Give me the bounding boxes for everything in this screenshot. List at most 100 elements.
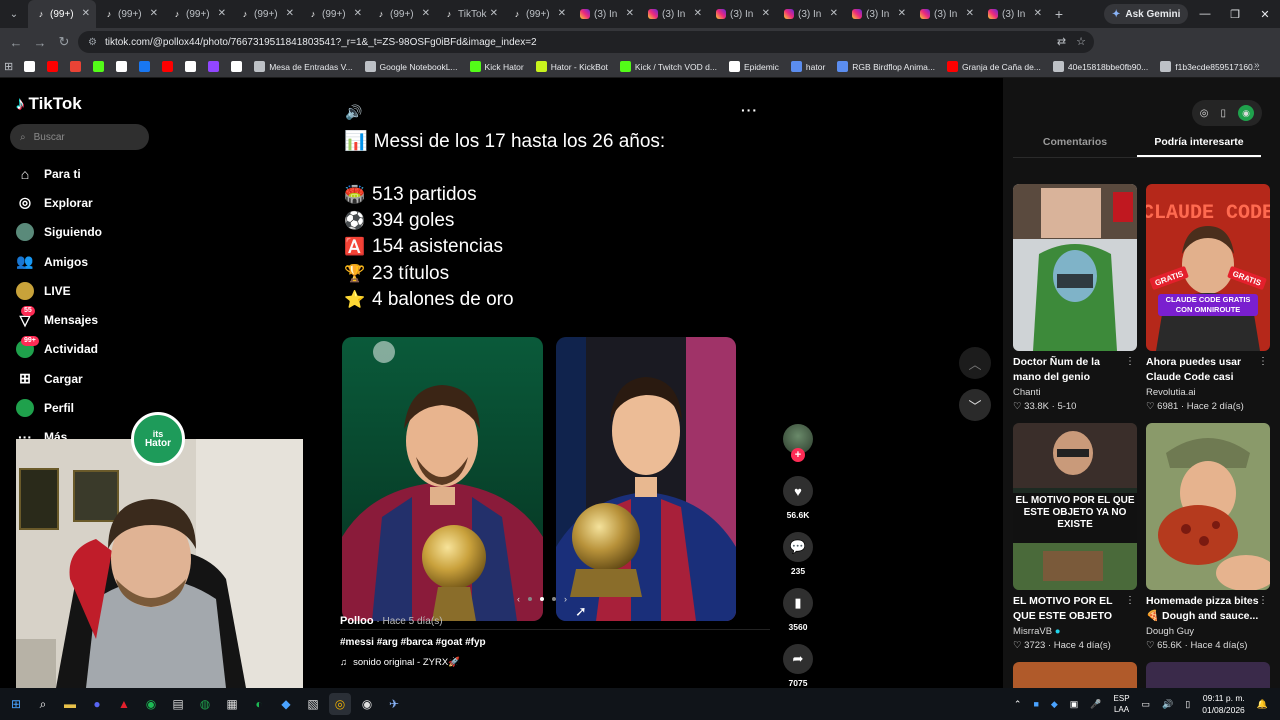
battery-icon[interactable]: ▯ — [1185, 699, 1190, 710]
notifications-bell-icon[interactable]: 🔔 — [1257, 699, 1268, 710]
file-explorer-icon[interactable]: ▬ — [59, 693, 81, 715]
language-indicator[interactable]: ESP LAA — [1114, 693, 1130, 715]
back-icon[interactable]: ← — [4, 35, 28, 50]
forward-icon[interactable]: → — [28, 35, 52, 50]
share-action[interactable]: ➦ 7075 — [782, 644, 814, 688]
apps-grid-icon[interactable]: ⊞ — [4, 60, 13, 73]
recommended-card[interactable]: Doctor Ñum de la mano del genio Nanno. S… — [1013, 184, 1137, 412]
close-tab-icon[interactable]: ✕ — [218, 8, 226, 19]
bookmark-item[interactable] — [21, 61, 38, 72]
sidebar-item-actividad[interactable]: Actividad 99+ — [0, 335, 200, 364]
sidebar-item-cargar[interactable]: ⊞ Cargar — [0, 364, 200, 393]
post-music[interactable]: ♫ sonido original - ZYRX🚀 — [340, 657, 460, 668]
close-tab-icon[interactable]: ✕ — [762, 8, 770, 19]
bookmark-item[interactable] — [182, 61, 199, 72]
browser-tab[interactable]: ♪ (99+) ✕ — [232, 0, 300, 28]
carousel-dot-active[interactable] — [540, 597, 544, 601]
bookmark-item[interactable]: Google NotebookL... — [362, 61, 461, 72]
comment-icon[interactable]: 💬 — [783, 532, 813, 562]
microphone-icon[interactable]: 🎤 — [1090, 699, 1101, 710]
bookmark-item[interactable]: 40e15818bbe0fb90... — [1050, 61, 1151, 72]
tiktok-logo[interactable]: ♪ TikTok — [16, 94, 82, 114]
close-tab-icon[interactable]: ✕ — [82, 8, 90, 19]
post-photo-2[interactable] — [556, 337, 736, 621]
browser-tab[interactable]: ♪ (99+) ✕ — [28, 0, 96, 28]
bookmark-item[interactable]: RGB Birdflop Anima... — [834, 61, 938, 72]
close-tab-icon[interactable]: ✕ — [830, 8, 838, 19]
bookmark-item[interactable]: Kick / Twitch VOD d... — [617, 61, 720, 72]
recommended-card[interactable]: CLAUDE CODE GRATIS GRATIS CLAUDE CODE GR… — [1146, 184, 1270, 412]
sidebar-item-mensajes[interactable]: ▽ Mensajes 55 — [0, 305, 200, 334]
bookmarks-overflow-icon[interactable]: » — [1254, 60, 1260, 71]
bookmark-item[interactable]: Kick Hator — [467, 61, 527, 72]
bookmark-item[interactable] — [136, 61, 153, 72]
windows-start-icon[interactable]: ⊞ — [5, 693, 27, 715]
recommended-card[interactable]: Homemade pizza bites 🍕 Dough and sauce..… — [1146, 423, 1270, 651]
bookmark-star-icon[interactable]: ☆ — [1076, 35, 1086, 48]
comment-action[interactable]: 💬 235 — [782, 532, 814, 576]
steam-icon[interactable]: ✈ — [383, 693, 405, 715]
next-post-button[interactable]: ﹀ — [959, 389, 991, 421]
close-tab-icon[interactable]: ✕ — [966, 8, 974, 19]
app-icon[interactable]: ▤ — [167, 693, 189, 715]
tray-app-icon[interactable]: ▣ — [1070, 699, 1079, 710]
card-more-icon[interactable]: ⋮ — [1258, 356, 1268, 367]
browser-tab[interactable]: (3) In ✕ — [640, 0, 708, 28]
follow-plus-icon[interactable]: + — [791, 448, 805, 462]
sidebar-item-live[interactable]: LIVE — [0, 276, 200, 305]
bookmark-item[interactable] — [90, 61, 107, 72]
browser-tab[interactable]: ♪ (99+) ✕ — [368, 0, 436, 28]
tray-app-icon[interactable]: ◆ — [1051, 699, 1058, 710]
post-author[interactable]: Polloo · Hace 5 día(s) — [340, 615, 443, 627]
search-taskbar-icon[interactable]: ⌕ — [32, 693, 54, 715]
bookmark-item[interactable] — [113, 61, 130, 72]
tab-search-icon[interactable]: ⌄ — [0, 0, 28, 28]
app-icon[interactable]: ◆ — [275, 693, 297, 715]
browser-tab[interactable]: ♪ (99+) ✕ — [164, 0, 232, 28]
bookmark-item[interactable] — [67, 61, 84, 72]
post-photo-1[interactable] — [342, 337, 543, 621]
search-input[interactable]: ⌕ Buscar — [10, 124, 149, 150]
card-more-icon[interactable]: ⋮ — [1258, 595, 1268, 606]
clock[interactable]: 09:11 p. m. 01/08/2026 — [1202, 692, 1245, 716]
close-tab-icon[interactable]: ✕ — [150, 8, 158, 19]
carousel-next-icon[interactable]: › — [564, 594, 567, 604]
site-info-icon[interactable]: ⚙ — [88, 37, 97, 48]
app-icon[interactable]: ▧ — [302, 693, 324, 715]
browser-tab[interactable]: (3) In ✕ — [708, 0, 776, 28]
app-icon[interactable]: ▦ — [221, 693, 243, 715]
minimize-button[interactable]: — — [1190, 0, 1220, 28]
card-more-icon[interactable]: ⋮ — [1125, 595, 1135, 606]
close-tab-icon[interactable]: ✕ — [626, 8, 634, 19]
bookmark-item[interactable]: Mesa de Entradas V... — [251, 61, 355, 72]
tray-app-icon[interactable]: ■ — [1033, 699, 1038, 709]
heart-icon[interactable]: ♥ — [783, 476, 813, 506]
bookmark-item[interactable] — [228, 61, 245, 72]
browser-tab[interactable]: (3) In ✕ — [844, 0, 912, 28]
browser-tab[interactable]: (3) In ✕ — [776, 0, 844, 28]
post-hashtags[interactable]: #messi #arg #barca #goat #fyp — [340, 637, 486, 648]
bookmark-item[interactable]: Epidemic — [726, 61, 782, 72]
close-tab-icon[interactable]: ✕ — [490, 8, 498, 19]
address-bar[interactable]: ⚙ tiktok.com/@pollox44/photo/76673195118… — [78, 31, 1094, 53]
more-options-icon[interactable]: ··· — [741, 102, 758, 118]
like-action[interactable]: ♥ 56.6K — [782, 476, 814, 520]
sidebar-item-amigos[interactable]: 👥 Amigos — [0, 247, 200, 276]
spotify-icon[interactable]: ◉ — [140, 693, 162, 715]
reload-icon[interactable]: ↻ — [52, 34, 76, 50]
bookmark-item[interactable]: Granja de Caña de... — [944, 61, 1044, 72]
bookmark-item[interactable]: Hator - KickBot — [533, 61, 611, 72]
user-avatar-icon[interactable]: ◉ — [1238, 105, 1254, 121]
mobile-icon[interactable]: ▯ — [1220, 108, 1226, 119]
discord-icon[interactable]: ● — [86, 693, 108, 715]
browser-tab[interactable]: (3) In ✕ — [572, 0, 640, 28]
close-tab-icon[interactable]: ✕ — [898, 8, 906, 19]
brave-icon[interactable]: ▲ — [113, 693, 135, 715]
browser-tab[interactable]: ♪ (99+) ✕ — [504, 0, 572, 28]
close-tab-icon[interactable]: ✕ — [558, 8, 566, 19]
obs-icon[interactable]: ◉ — [356, 693, 378, 715]
bookmark-item[interactable] — [205, 61, 222, 72]
bookmark-item[interactable]: f1b3ecde859517160... — [1157, 61, 1263, 72]
bookmark-item[interactable] — [44, 61, 61, 72]
compass-small-icon[interactable]: ◎ — [1200, 108, 1209, 119]
